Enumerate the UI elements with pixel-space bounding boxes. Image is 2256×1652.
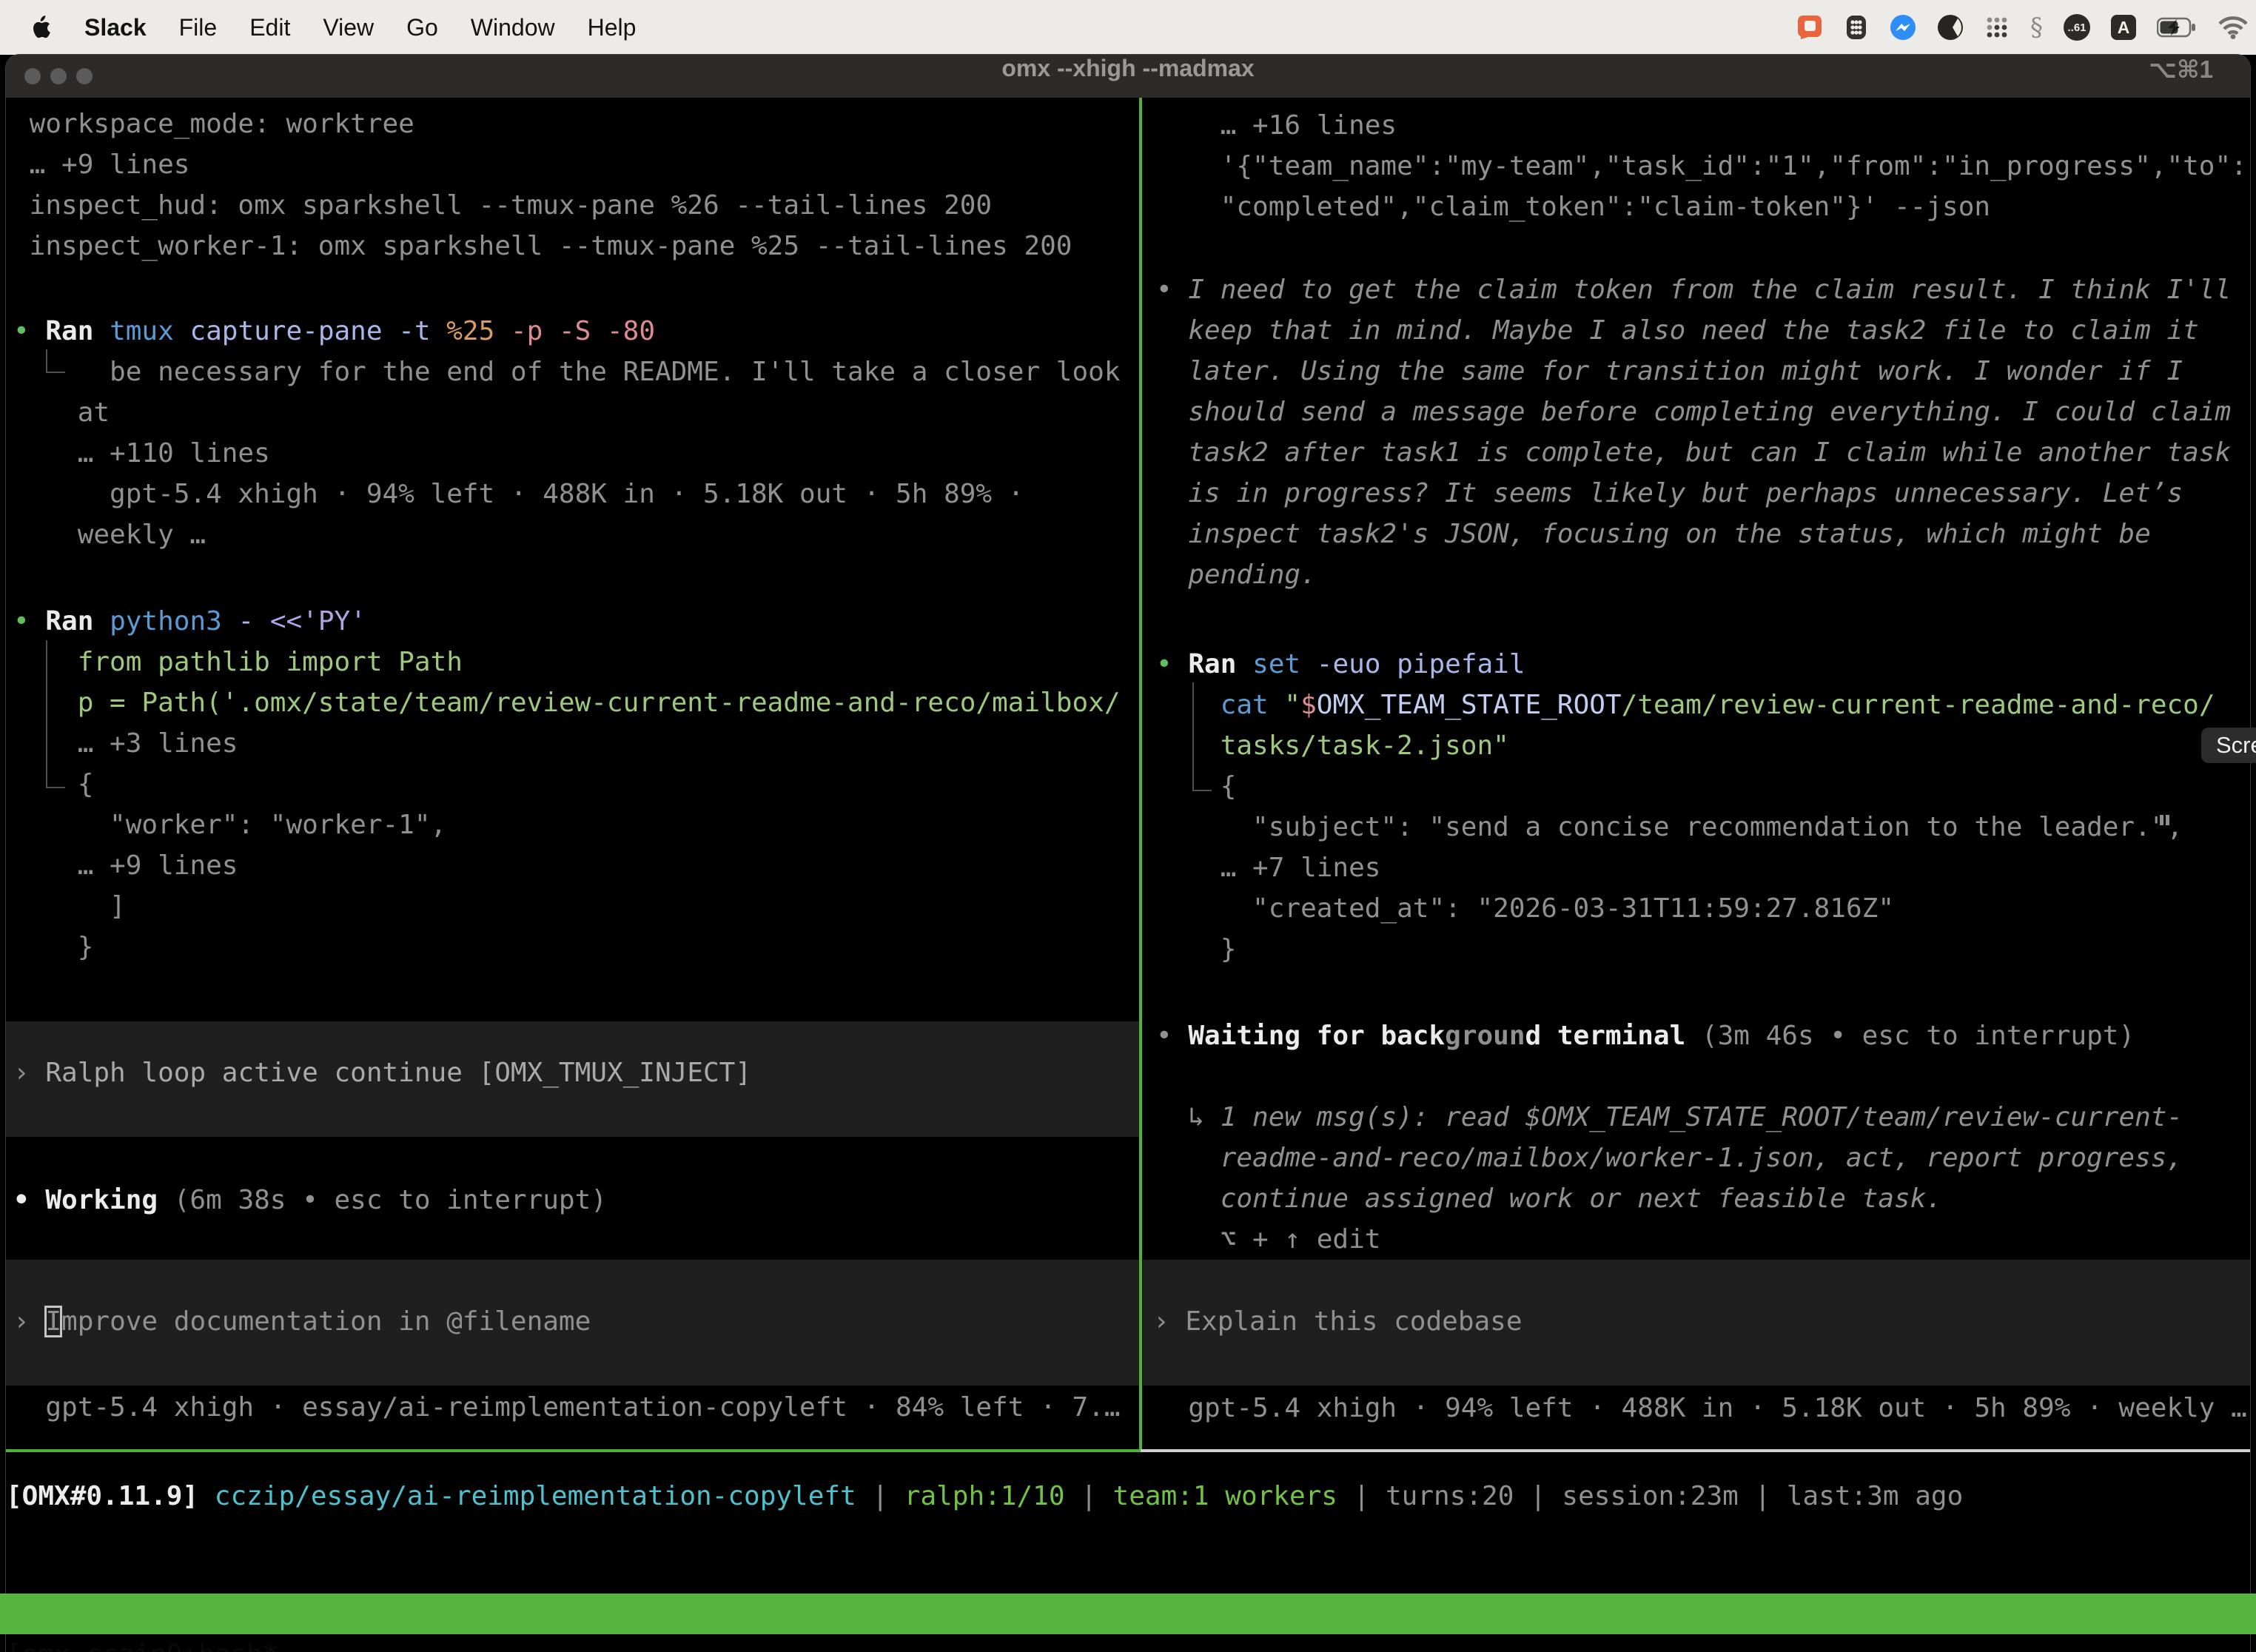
terminal-line: cat "$OMX_TEAM_STATE_ROOT/team/review-cu… xyxy=(1156,685,2253,725)
right-ran-set: • Ran set -euo pipefail cat "$OMX_TEAM_S… xyxy=(1156,644,2253,970)
terminal-line: • Ran python3 - <<'PY' xyxy=(13,601,1138,642)
grid-shield-icon[interactable] xyxy=(1844,14,1869,41)
left-scrollback: workspace_mode: worktree … +9 lines insp… xyxy=(13,104,1138,266)
terminal-line: ] xyxy=(13,886,1138,927)
output-connector xyxy=(46,349,65,373)
menu-window[interactable]: Window xyxy=(471,14,555,41)
right-mailbox-note: ↳ 1 new msg(s): read $OMX_TEAM_STATE_ROO… xyxy=(1156,1097,2253,1260)
terminal-line: '{"team_name":"my-team","task_id":"1","f… xyxy=(1156,146,2253,187)
left-ran-tmux: • Ran tmux capture-pane -t %25 -p -S -80… xyxy=(13,311,1138,555)
terminal-line: … +3 lines xyxy=(13,723,1138,764)
window-titlebar[interactable]: omx --xhigh --madmax ⌥⌘1 xyxy=(6,55,2250,98)
menu-help[interactable]: Help xyxy=(588,14,637,41)
screen: Slack File Edit View Go Window Help xyxy=(0,0,2256,1652)
right-waiting-status: • Waiting for background terminal (3m 46… xyxy=(1156,1015,2253,1056)
terminal-line: … +16 lines xyxy=(1156,105,2253,146)
terminal-line: task2 after task1 is complete, but can I… xyxy=(1156,432,2253,473)
terminal-line: workspace_mode: worktree xyxy=(13,104,1138,144)
menu-edit[interactable]: Edit xyxy=(249,14,290,41)
terminal-line: … +7 lines xyxy=(1156,847,2253,888)
terminal-line: } xyxy=(1156,929,2253,970)
terminal-line: gpt-5.4 xhigh · 94% left · 488K in · 5.1… xyxy=(13,474,1138,514)
left-working-status: • Working (6m 38s • esc to interrupt) xyxy=(13,1180,1138,1220)
screen-overlay-tooltip: Scre xyxy=(2201,728,2256,763)
terminal-line: { xyxy=(1156,766,2253,807)
terminal-line: "subject": "send a concise recommendatio… xyxy=(1156,807,2253,847)
tmux-status-bar: [omx-cczip0:bash* "MacBook-Pro-44.local"… xyxy=(0,1594,2256,1634)
terminal-line: › Ralph loop active continue [OMX_TMUX_I… xyxy=(13,1052,1131,1093)
messenger-icon[interactable] xyxy=(1890,14,1916,41)
terminal-line: is in progress? It seems likely but perh… xyxy=(1156,473,2253,514)
terminal-line: inspect_hud: omx sparkshell --tmux-pane … xyxy=(13,185,1138,226)
prompt-input-right[interactable]: › Explain this codebase xyxy=(1143,1260,2250,1386)
dots-grid-icon[interactable] xyxy=(1984,15,2010,40)
terminal-line: tasks/task-2.json" xyxy=(1156,725,2253,766)
pane-border-active xyxy=(6,1449,1141,1452)
terminal-line: ⌥ + ↑ edit xyxy=(1156,1219,2253,1260)
prompt-input-left[interactable]: › Improve documentation in @filename xyxy=(6,1260,1140,1386)
chat-app-icon[interactable] xyxy=(1796,14,1823,41)
terminal-line: gpt-5.4 xhigh · 94% left · 488K in · 5.1… xyxy=(1156,1388,2253,1428)
menu-app-slack[interactable]: Slack xyxy=(84,14,147,41)
menu-file[interactable]: File xyxy=(179,14,218,41)
terminal-line: pending. xyxy=(1156,554,2253,595)
terminal-line: • Waiting for background terminal (3m 46… xyxy=(1156,1015,2253,1056)
wifi-icon[interactable] xyxy=(2218,16,2249,39)
terminal-line: … +9 lines xyxy=(13,845,1138,886)
left-model-status: gpt-5.4 xhigh · essay/ai-reimplementatio… xyxy=(13,1387,1138,1428)
terminal-line: at xyxy=(13,392,1138,433)
tmux-session-label[interactable]: [omx-cczip0:bash* xyxy=(6,1634,278,1652)
terminal-line: › Explain this codebase xyxy=(1153,1301,2240,1342)
terminal-line: } xyxy=(13,927,1138,967)
right-model-status: gpt-5.4 xhigh · 94% left · 488K in · 5.1… xyxy=(1156,1388,2253,1428)
terminal-line: be necessary for the end of the README. … xyxy=(13,352,1138,392)
terminal-line: "worker": "worker-1", xyxy=(13,805,1138,845)
macos-menubar: Slack File Edit View Go Window Help xyxy=(0,0,2256,55)
menu-go[interactable]: Go xyxy=(406,14,438,41)
terminal-line: should send a message before completing … xyxy=(1156,392,2253,432)
menu-view[interactable]: View xyxy=(323,14,374,41)
terminal-line: … +110 lines xyxy=(13,433,1138,474)
right-thinking: • I need to get the claim token from the… xyxy=(1156,269,2253,595)
battery-icon[interactable] xyxy=(2157,17,2197,38)
pause-indicator-icon xyxy=(2166,815,2169,825)
battery-percent-badge[interactable]: ..61 xyxy=(2064,14,2090,41)
terminal-line: gpt-5.4 xhigh · essay/ai-reimplementatio… xyxy=(13,1387,1138,1428)
dark-disc-icon[interactable] xyxy=(1937,14,1964,41)
input-source-icon[interactable]: A xyxy=(2111,15,2136,40)
omx-status-line: [OMX#0.11.9] cczip/essay/ai-reimplementa… xyxy=(6,1476,2250,1517)
terminal-line: • Ran set -euo pipefail xyxy=(1156,644,2253,685)
terminal-line: "completed","claim_token":"claim-token"}… xyxy=(1156,187,2253,227)
terminal-line: [OMX#0.11.9] cczip/essay/ai-reimplementa… xyxy=(6,1476,2250,1517)
right-scrollback: … +16 lines '{"team_name":"my-team","tas… xyxy=(1156,105,2253,227)
window-title: omx --xhigh --madmax xyxy=(6,55,2250,82)
ralph-loop-banner: › Ralph loop active continue [OMX_TMUX_I… xyxy=(6,1021,1140,1137)
terminal-line: … +9 lines xyxy=(13,144,1138,185)
pane-border-inactive xyxy=(1141,1449,2250,1452)
terminal-line: ↳ 1 new msg(s): read $OMX_TEAM_STATE_ROO… xyxy=(1156,1097,2253,1138)
terminal-line: "created_at": "2026-03-31T11:59:27.816Z" xyxy=(1156,888,2253,929)
output-connector xyxy=(1192,682,1212,791)
terminal-line: inspect task2's JSON, focusing on the st… xyxy=(1156,514,2253,554)
output-connector xyxy=(46,640,65,788)
terminal-line: weekly … xyxy=(13,514,1138,555)
terminal-line: • Ran tmux capture-pane -t %25 -p -S -80 xyxy=(13,311,1138,352)
apple-menu-icon[interactable] xyxy=(31,16,50,39)
terminal-line: • Working (6m 38s • esc to interrupt) xyxy=(13,1180,1138,1220)
left-ran-python: • Ran python3 - <<'PY' from pathlib impo… xyxy=(13,601,1138,967)
terminal-line: › Improve documentation in @filename xyxy=(13,1301,1131,1342)
tab-shortcut-label: ⌥⌘1 xyxy=(2149,55,2213,84)
terminal-line: continue assigned work or next feasible … xyxy=(1156,1178,2253,1219)
terminal-line: keep that in mind. Maybe I also need the… xyxy=(1156,310,2253,351)
terminal-line: readme-and-reco/mailbox/worker-1.json, a… xyxy=(1156,1138,2253,1178)
terminal-line: { xyxy=(13,764,1138,805)
pause-indicator-icon xyxy=(2160,815,2163,825)
pane-divider[interactable] xyxy=(1139,98,1142,1449)
squiggle-icon[interactable]: § xyxy=(2030,13,2043,42)
terminal-line: inspect_worker-1: omx sparkshell --tmux-… xyxy=(13,226,1138,266)
terminal-line: • I need to get the claim token from the… xyxy=(1156,269,2253,310)
terminal-line: later. Using the same for transition mig… xyxy=(1156,351,2253,392)
terminal-line: from pathlib import Path xyxy=(13,642,1138,682)
terminal-line: p = Path('.omx/state/team/review-current… xyxy=(13,682,1138,723)
